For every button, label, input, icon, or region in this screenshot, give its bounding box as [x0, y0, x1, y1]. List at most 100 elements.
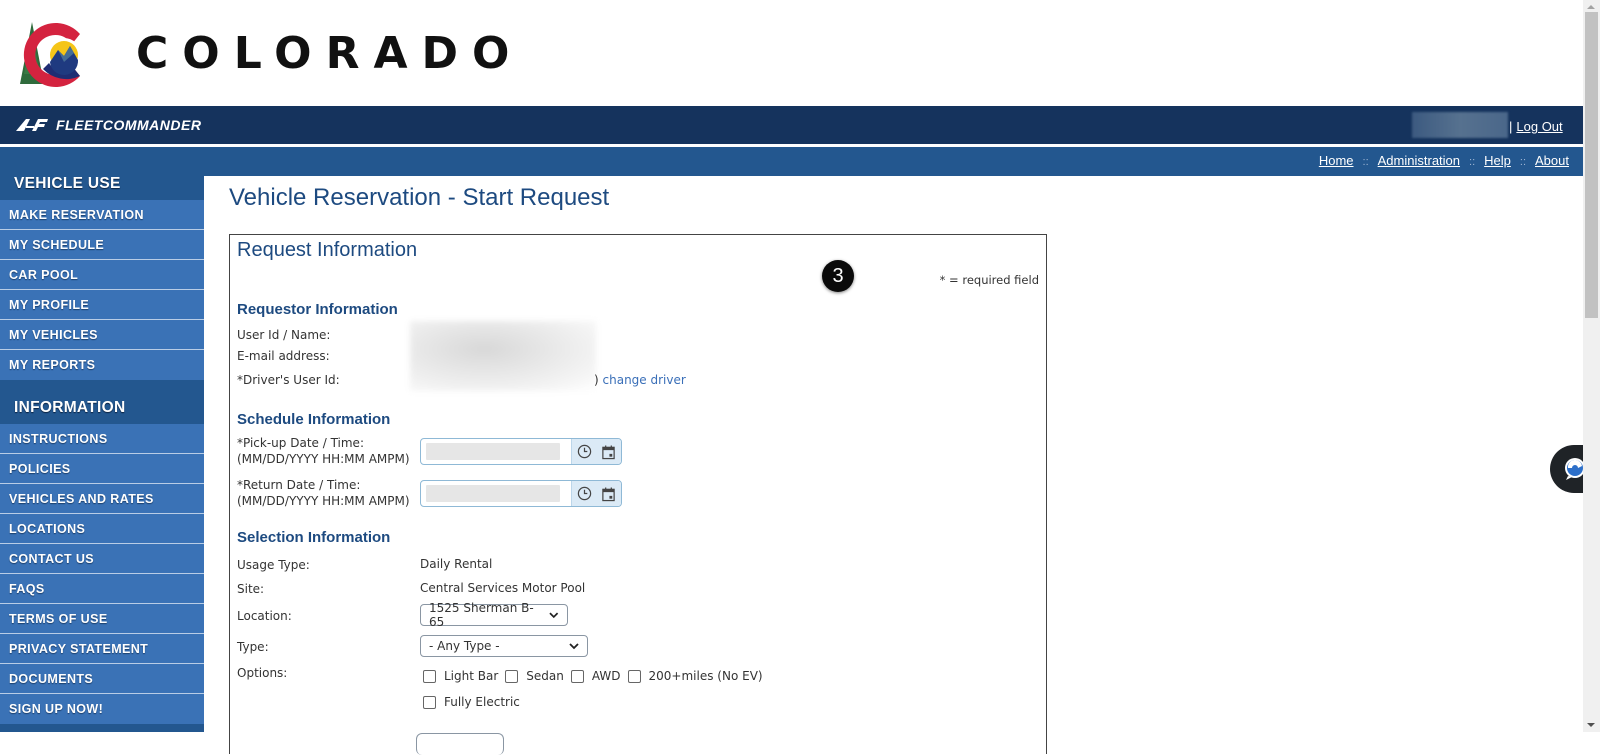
pickup-calendar-icon[interactable]: [601, 444, 616, 460]
requestor-section-title: Requestor Information: [237, 301, 398, 318]
type-select[interactable]: - Any Type -: [420, 635, 588, 657]
return-datetime-field: [420, 480, 622, 507]
top-nav-links: Home:: Administration:: Help:: About: [1319, 153, 1569, 168]
sidebar-item-car-pool[interactable]: CAR POOL: [0, 260, 204, 290]
change-driver-paren: ): [594, 373, 599, 387]
fleetcommander-brand: FLEETCOMMANDER: [14, 115, 201, 135]
return-datetime-input[interactable]: [426, 485, 560, 502]
option-awd-checkbox[interactable]: [570, 669, 584, 683]
vertical-scrollbar[interactable]: [1583, 0, 1600, 732]
logout-area: | Log Out: [1509, 119, 1563, 134]
sidebar-heading-information: INFORMATION: [14, 399, 126, 416]
sidebar-item-my-vehicles[interactable]: MY VEHICLES: [0, 320, 204, 350]
user-name-redacted: [1412, 112, 1508, 138]
pickup-datetime-field: [420, 438, 622, 465]
sidebar-item-my-reports[interactable]: MY REPORTS: [0, 350, 204, 380]
return-date-label: *Return Date / Time:: [237, 478, 361, 492]
logout-separator: |: [1509, 119, 1513, 134]
nav-about-link[interactable]: About: [1535, 153, 1569, 168]
top-nav: Home:: Administration:: Help:: About: [0, 146, 1583, 176]
app-name: FLEETCOMMANDER: [56, 117, 202, 133]
pickup-datetime-input[interactable]: [426, 443, 560, 460]
options-label: Options:: [237, 666, 288, 680]
pickup-picker-buttons: [571, 439, 621, 464]
nav-separator: ::: [1469, 156, 1476, 168]
selection-section-title: Selection Information: [237, 529, 391, 546]
change-driver-area: ) change driver: [594, 373, 686, 387]
panel-title: Request Information: [237, 239, 418, 261]
logout-link[interactable]: Log Out: [1516, 119, 1562, 134]
nav-separator: ::: [1362, 156, 1369, 168]
option-awd-label: AWD: [591, 669, 621, 683]
nav-home-link[interactable]: Home: [1319, 153, 1354, 168]
option-200-miles-label: 200+miles (No EV): [648, 669, 763, 683]
site-label: Site:: [237, 582, 265, 596]
sidebar: VEHICLE USE MAKE RESERVATION MY SCHEDULE…: [0, 176, 204, 732]
option-light-bar-checkbox[interactable]: [423, 669, 436, 683]
step-number-badge: 3: [822, 260, 854, 292]
usage-type-label: Usage Type:: [237, 558, 310, 572]
sidebar-item-my-profile[interactable]: MY PROFILE: [0, 290, 204, 320]
scrollbar-thumb[interactable]: [1585, 12, 1598, 318]
sidebar-item-locations[interactable]: LOCATIONS: [0, 514, 204, 544]
location-label: Location:: [237, 609, 292, 623]
return-clock-icon[interactable]: [577, 486, 592, 501]
sidebar-item-make-reservation[interactable]: MAKE RESERVATION: [0, 200, 204, 230]
return-calendar-icon[interactable]: [601, 486, 616, 502]
usage-type-value: Daily Rental: [420, 557, 493, 571]
location-select[interactable]: 1525 Sherman B-65: [420, 601, 568, 629]
option-sedan-label: Sedan: [526, 669, 564, 683]
option-fully-electric-checkbox[interactable]: [423, 695, 436, 709]
return-format-hint: (MM/DD/YYYY HH:MM AMPM): [237, 494, 410, 508]
requestor-details-redacted: [410, 321, 596, 391]
scroll-up-arrow-icon[interactable]: [1587, 5, 1595, 9]
sidebar-item-sign-up-now[interactable]: SIGN UP NOW!: [0, 694, 204, 724]
sidebar-heading-vehicle-use: VEHICLE USE: [14, 175, 121, 192]
email-label: E-mail address:: [237, 349, 330, 363]
type-label: Type:: [237, 640, 269, 654]
pickup-date-label: *Pick-up Date / Time:: [237, 436, 364, 450]
location-select-value: 1525 Sherman B-65: [429, 601, 534, 629]
options-row-1: Light Bar Sedan AWD 200+miles (No EV): [423, 669, 770, 683]
chevron-down-icon: [549, 612, 559, 618]
pickup-format-hint: (MM/DD/YYYY HH:MM AMPM): [237, 452, 410, 466]
pickup-label-group: *Pick-up Date / Time: (MM/DD/YYYY HH:MM …: [237, 435, 410, 467]
nav-administration-link[interactable]: Administration: [1378, 153, 1460, 168]
driver-user-id-label: *Driver's User Id:: [237, 373, 340, 387]
logo-header: COLORADO: [0, 0, 1583, 106]
return-label-group: *Return Date / Time: (MM/DD/YYYY HH:MM A…: [237, 477, 410, 509]
chevron-down-icon: [569, 642, 579, 649]
nav-help-link[interactable]: Help: [1484, 153, 1511, 168]
partially-visible-button[interactable]: [416, 733, 504, 755]
sidebar-item-vehicles-and-rates[interactable]: VEHICLES AND RATES: [0, 484, 204, 514]
options-row-2: Fully Electric: [423, 695, 527, 709]
page-title: Vehicle Reservation - Start Request: [229, 184, 610, 211]
sidebar-item-my-schedule[interactable]: MY SCHEDULE: [0, 230, 204, 260]
option-light-bar-label: Light Bar: [444, 669, 499, 683]
app-header-bar: FLEETCOMMANDER | Log Out: [0, 106, 1583, 144]
change-driver-link[interactable]: change driver: [603, 373, 686, 387]
sidebar-group-information: INSTRUCTIONS POLICIES VEHICLES AND RATES…: [0, 424, 204, 724]
option-200-miles-checkbox[interactable]: [627, 669, 641, 683]
sidebar-item-policies[interactable]: POLICIES: [0, 454, 204, 484]
return-picker-buttons: [571, 481, 621, 506]
schedule-section-title: Schedule Information: [237, 411, 391, 428]
page: COLORADO FLEETCOMMANDER | Log Out Home:: A…: [0, 0, 1583, 755]
main-content: Vehicle Reservation - Start Request Requ…: [204, 176, 1583, 755]
scroll-down-arrow-icon[interactable]: [1587, 723, 1595, 727]
sidebar-item-privacy-statement[interactable]: PRIVACY STATEMENT: [0, 634, 204, 664]
sidebar-item-contact-us[interactable]: CONTACT US: [0, 544, 204, 574]
sidebar-item-faqs[interactable]: FAQS: [0, 574, 204, 604]
option-fully-electric-label: Fully Electric: [444, 695, 520, 709]
pickup-clock-icon[interactable]: [577, 444, 592, 459]
request-information-panel: Request Information 3 * = required field…: [229, 234, 1047, 755]
sidebar-item-instructions[interactable]: INSTRUCTIONS: [0, 424, 204, 454]
nav-separator: ::: [1519, 156, 1527, 168]
required-field-note: * = required field: [939, 273, 1039, 287]
sidebar-item-terms-of-use[interactable]: TERMS OF USE: [0, 604, 204, 634]
user-id-label: User Id / Name:: [237, 328, 331, 342]
colorado-logo-icon: [20, 22, 81, 87]
sidebar-item-documents[interactable]: DOCUMENTS: [0, 664, 204, 694]
option-sedan-checkbox[interactable]: [505, 669, 519, 683]
